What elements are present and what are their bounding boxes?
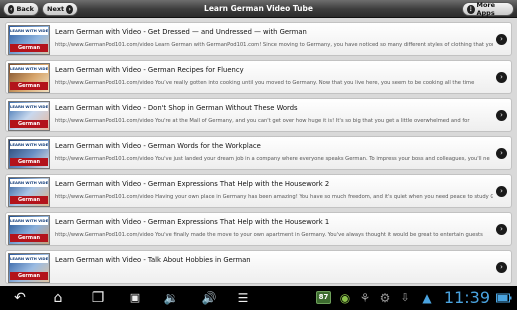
video-title: Learn German with Video - German Express… [55, 180, 330, 188]
debug-icon: ⚙ [379, 291, 391, 305]
chevron-right-icon[interactable]: › [496, 110, 507, 121]
video-thumbnail: LEARN WITH VIDEO German [8, 139, 50, 169]
wifi-icon: ▲ [422, 291, 432, 305]
video-item[interactable]: LEARN WITH VIDEO German Learn German wit… [5, 22, 512, 56]
thumbnail-caption: LEARN WITH VIDEO [10, 179, 48, 187]
video-description: http://www.GermanPod101.com/video You've… [55, 156, 490, 162]
title-bar: ‹ Back Next › Learn German Video Tube ⋮ … [0, 0, 517, 18]
thumbnail-caption: LEARN WITH VIDEO [10, 65, 48, 73]
video-description: http://www.GermanPod101.com/video You've… [55, 232, 483, 238]
thumbnail-caption: LEARN WITH VIDEO [10, 217, 48, 225]
video-item[interactable]: LEARN WITH VIDEO 2 German Learn German w… [5, 98, 512, 132]
chevron-right-icon[interactable]: › [496, 72, 507, 83]
chevron-left-icon: ‹ [8, 4, 15, 14]
download-icon: ⇩ [400, 291, 410, 304]
next-button[interactable]: Next › [42, 2, 78, 16]
chevron-right-icon[interactable]: › [496, 262, 507, 273]
menu-icon[interactable]: ☰ [232, 290, 254, 306]
screenshot-icon[interactable]: ▣ [124, 290, 146, 306]
thumbnail-language: German [10, 82, 48, 90]
volume-down-icon[interactable]: 🔉 [160, 290, 182, 306]
battery-level-badge: 87 [316, 291, 331, 304]
thumbnail-language: German [10, 234, 48, 242]
chevron-right-icon[interactable]: › [496, 224, 507, 235]
video-title: Learn German with Video - German Express… [55, 218, 330, 226]
back-nav-icon[interactable]: ↶ [8, 290, 32, 306]
video-item[interactable]: LEARN WITH VIDEO German Learn German wit… [5, 174, 512, 208]
more-apps-button[interactable]: ⋮ More Apps [462, 1, 514, 17]
thumbnail-language: German [10, 44, 48, 52]
more-apps-label: More Apps [476, 1, 496, 17]
video-title: Learn German with Video - Get Dressed — … [55, 28, 307, 36]
thumbnail-caption: LEARN WITH VIDEO 2 [10, 103, 48, 111]
video-description: http://www.GermanPod101.com/video You’ve… [55, 80, 475, 86]
recent-apps-icon[interactable]: ❐ [86, 290, 110, 306]
video-title: Learn German with Video - German Recipes… [55, 66, 244, 74]
thumbnail-caption: LEARN WITH VIDEO [10, 255, 48, 263]
clock: 11:39 [443, 288, 490, 307]
next-label: Next [47, 5, 65, 13]
more-icon: ⋮ [467, 4, 475, 14]
thumbnail-caption: LEARN WITH VIDEO [10, 141, 48, 149]
chevron-right-icon[interactable]: › [496, 34, 507, 45]
video-title: Learn German with Video - German Words f… [55, 142, 261, 150]
system-navigation-bar: ↶ ⌂ ❐ ▣ 🔉 🔊 ☰ 87 ◉ ⚘ ⚙ ⇩ ▲ 11:39 [0, 286, 517, 310]
thumbnail-language: German [10, 272, 48, 280]
video-thumbnail: LEARN WITH VIDEO 2 German [8, 101, 50, 131]
video-item[interactable]: LEARN WITH VIDEO German Learn German wit… [5, 250, 512, 284]
video-list[interactable]: LEARN WITH VIDEO German Learn German wit… [0, 18, 517, 286]
video-item[interactable]: LEARN WITH VIDEO German Learn German wit… [5, 212, 512, 246]
android-icon: ◉ [339, 291, 351, 305]
video-description: http://www.GermanPod101.com/video You're… [55, 118, 470, 124]
home-nav-icon[interactable]: ⌂ [46, 290, 70, 306]
video-item[interactable]: LEARN WITH VIDEO German Learn German wit… [5, 60, 512, 94]
usb-icon: ⚘ [359, 291, 371, 305]
chevron-right-icon[interactable]: › [496, 148, 507, 159]
video-description: http://www.GermanPod101.com/video Having… [55, 194, 493, 200]
video-title: Learn German with Video - Talk About Hob… [55, 256, 251, 264]
video-item[interactable]: LEARN WITH VIDEO German Learn German wit… [5, 136, 512, 170]
thumbnail-caption: LEARN WITH VIDEO [10, 27, 48, 35]
video-thumbnail: LEARN WITH VIDEO German [8, 215, 50, 245]
thumbnail-language: German [10, 158, 48, 166]
video-thumbnail: LEARN WITH VIDEO German [8, 25, 50, 55]
app-title: Learn German Video Tube [204, 4, 313, 13]
chevron-right-icon: › [66, 4, 73, 14]
volume-up-icon[interactable]: 🔊 [198, 290, 220, 306]
video-description: http://www.GermanPod101.com/video Learn … [55, 42, 493, 48]
thumbnail-language: German [10, 120, 48, 128]
battery-icon [496, 293, 512, 303]
video-thumbnail: LEARN WITH VIDEO German [8, 253, 50, 283]
video-thumbnail: LEARN WITH VIDEO German [8, 63, 50, 93]
back-label: Back [16, 5, 34, 13]
back-button[interactable]: ‹ Back [3, 2, 39, 16]
chevron-right-icon[interactable]: › [496, 186, 507, 197]
thumbnail-language: German [10, 196, 48, 204]
video-title: Learn German with Video - Don't Shop in … [55, 104, 298, 112]
video-thumbnail: LEARN WITH VIDEO German [8, 177, 50, 207]
